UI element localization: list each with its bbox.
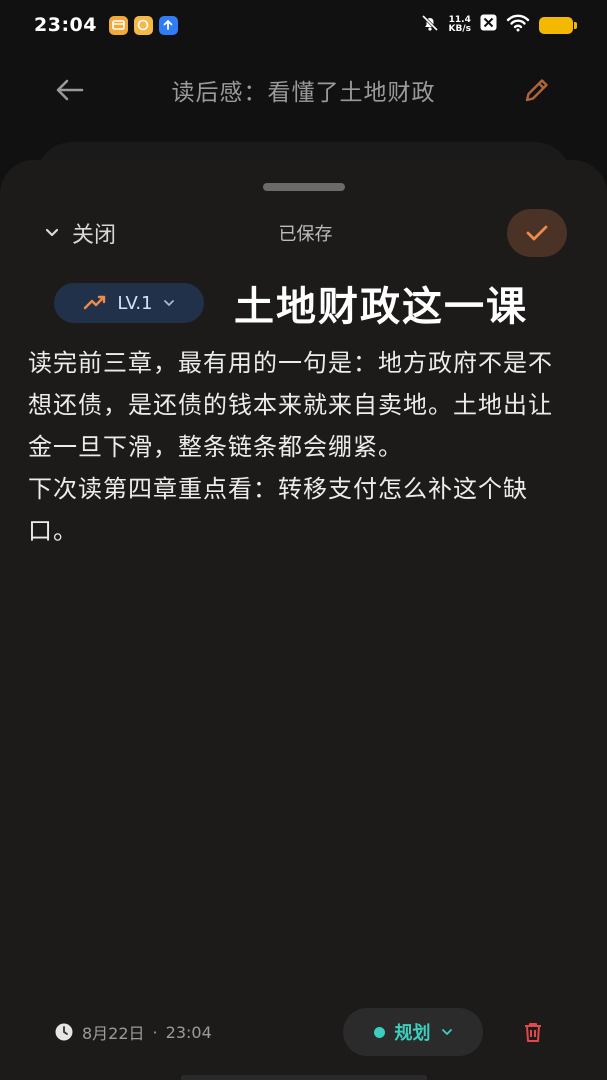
page-title: 读后感：看懂了土地财政 bbox=[171, 80, 436, 106]
checkmark-icon bbox=[526, 225, 548, 241]
level-label: LV.1 bbox=[117, 292, 153, 314]
net-speed-unit: KB/s bbox=[448, 24, 471, 34]
app-header: 读后感：看懂了土地财政 bbox=[0, 60, 607, 120]
notification-app-icon bbox=[108, 15, 128, 35]
category-label: 规划 bbox=[394, 1023, 431, 1044]
back-arrow-icon[interactable] bbox=[50, 70, 90, 110]
body-paragraph: 下次读第四章重点看：转移支付怎么补这个缺口。 bbox=[28, 475, 528, 545]
x-icon bbox=[480, 14, 497, 36]
date-separator: · bbox=[152, 1022, 158, 1042]
net-speed: 11.4 KB/s bbox=[449, 16, 471, 34]
pencil-icon[interactable] bbox=[517, 70, 557, 110]
close-label: 关闭 bbox=[72, 223, 117, 248]
status-right: 11.4 KB/s bbox=[420, 13, 577, 38]
saved-status: 已保存 bbox=[278, 224, 333, 245]
body-paragraph: 读完前三章，最有用的一句是：地方政府不是不想还债，是还债的钱本来就来自卖地。土地… bbox=[28, 349, 553, 461]
home-indicator bbox=[180, 1075, 427, 1080]
delete-button[interactable] bbox=[515, 1014, 551, 1050]
clock-icon bbox=[55, 1023, 73, 1041]
editor-sheet: 关闭 已保存 LV.1 土地财政这一课 读完前三章，最有用的一句是：地方政府不是… bbox=[0, 160, 607, 1080]
category-selector[interactable]: 规划 bbox=[343, 1008, 483, 1056]
trending-up-icon bbox=[84, 295, 106, 310]
chevron-down-icon bbox=[441, 1029, 452, 1035]
trash-icon bbox=[525, 1023, 541, 1042]
confirm-button[interactable] bbox=[507, 209, 567, 257]
notification-app-icon bbox=[133, 15, 153, 35]
upload-app-icon bbox=[158, 15, 178, 35]
close-button[interactable]: 关闭 bbox=[44, 217, 116, 249]
status-bar: 23:04 11.4 KB/s bbox=[0, 0, 607, 50]
level-selector[interactable]: LV.1 bbox=[54, 283, 204, 323]
sheet-toolbar: 关闭 已保存 bbox=[44, 208, 567, 258]
title-row: LV.1 土地财政这一课 bbox=[54, 278, 553, 328]
date-info: 8月22日 · 23:04 bbox=[54, 1020, 212, 1044]
note-title-input[interactable]: 土地财政这一课 bbox=[234, 278, 528, 328]
category-dot-icon bbox=[373, 1026, 385, 1038]
battery-icon bbox=[539, 16, 577, 34]
time-label: 23:04 bbox=[165, 1022, 212, 1042]
wifi-icon bbox=[506, 14, 530, 37]
bottom-bar: 8月22日 · 23:04 规划 bbox=[54, 1008, 551, 1056]
chevron-down-icon bbox=[163, 300, 174, 306]
status-time: 23:04 bbox=[34, 14, 97, 36]
chevron-down-icon bbox=[45, 228, 59, 237]
date-label: 8月22日 bbox=[82, 1024, 145, 1043]
note-body-editor[interactable]: 读完前三章，最有用的一句是：地方政府不是不想还债，是还债的钱本来就来自卖地。土地… bbox=[28, 342, 577, 552]
status-app-icons bbox=[108, 15, 178, 35]
mute-bell-icon bbox=[420, 13, 440, 38]
screen: 23:04 11.4 KB/s 读后感：看懂了土地财政 关闭 已保存 LV.1 … bbox=[0, 0, 607, 1080]
sheet-drag-handle[interactable] bbox=[262, 183, 345, 191]
